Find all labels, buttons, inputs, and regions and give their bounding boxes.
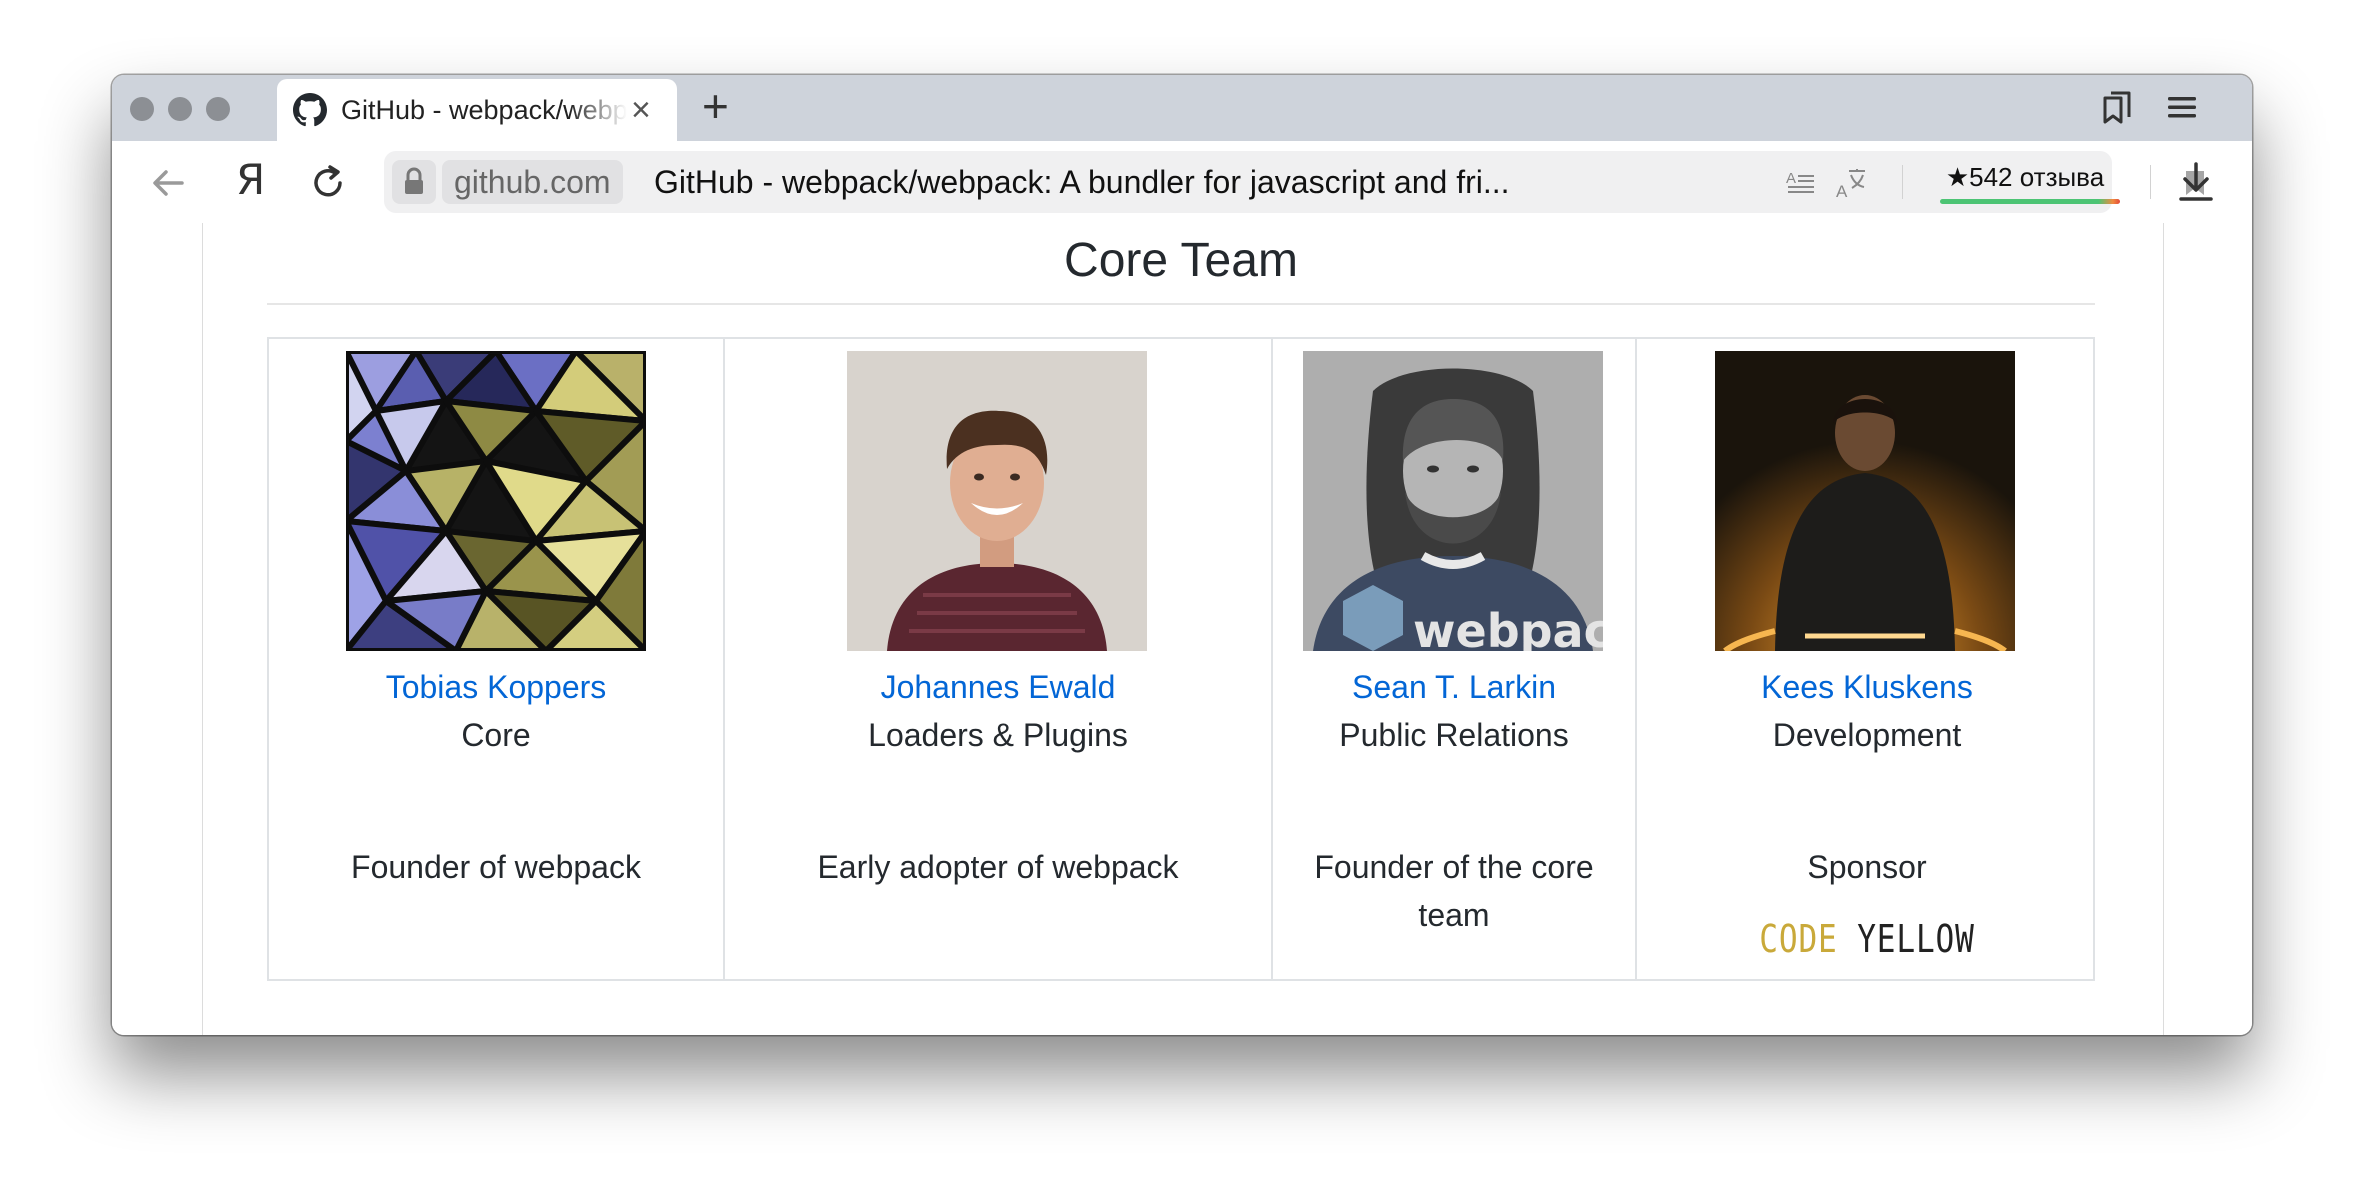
- reviews-rating-bar: [1940, 199, 2120, 204]
- team-member-cell: webpac Sean T. Larkin Public Relations F…: [1271, 339, 1635, 979]
- sponsor-logo-word2: YELLOW: [1857, 917, 1975, 961]
- page-content: Core Team Tobias Koppers Core Founder of…: [112, 223, 2252, 1035]
- github-icon: [293, 93, 327, 127]
- download-icon[interactable]: [2176, 161, 2216, 203]
- member-role: Development: [1772, 717, 1962, 753]
- toolbar: Я github.com GitHub - webpack/webpack: A…: [112, 141, 2252, 224]
- bookmarks-panel-icon[interactable]: [2097, 88, 2137, 128]
- address-separator: [2150, 165, 2151, 199]
- member-description: Early adopter of webpack: [817, 849, 1179, 885]
- site-info-button[interactable]: [392, 160, 436, 204]
- member-role: Loaders & Plugins: [868, 717, 1128, 753]
- yandex-logo-button[interactable]: Я: [236, 155, 265, 204]
- member-name-link[interactable]: Johannes Ewald: [725, 667, 1271, 707]
- team-member-cell: Kees Kluskens Development Sponsor CODE Y…: [1635, 339, 2097, 979]
- reviews-badge[interactable]: ★542 отзыва: [1934, 155, 2116, 199]
- translate-icon[interactable]: A: [1836, 165, 1872, 201]
- sponsor-logo-word1: CODE: [1759, 917, 1838, 961]
- browser-window: GitHub - webpack/webpack: A bundler for …: [112, 75, 2252, 1035]
- tab-title: GitHub - webpack/webpack: A bundler for …: [341, 94, 627, 125]
- team-member-cell: Johannes Ewald Loaders & Plugins Early a…: [723, 339, 1271, 979]
- close-window-button[interactable]: [130, 97, 154, 121]
- member-description: Founder of the core team: [1314, 849, 1594, 933]
- svg-text:A: A: [1786, 170, 1796, 187]
- zoom-window-button[interactable]: [206, 97, 230, 121]
- reload-icon[interactable]: [308, 163, 348, 203]
- address-page-title[interactable]: GitHub - webpack/webpack: A bundler for …: [654, 160, 1510, 204]
- back-arrow-icon[interactable]: [148, 163, 188, 203]
- member-role: Public Relations: [1339, 717, 1569, 753]
- member-role: Core: [461, 717, 531, 753]
- avatar[interactable]: [847, 351, 1147, 651]
- address-bar[interactable]: github.com GitHub - webpack/webpack: A b…: [384, 151, 2204, 213]
- section-divider: [267, 303, 2095, 305]
- reviews-count: 542: [1969, 162, 2013, 192]
- tab-bar: GitHub - webpack/webpack: A bundler for …: [112, 75, 2252, 141]
- address-separator: [1902, 165, 1903, 199]
- member-name-link[interactable]: Sean T. Larkin: [1273, 667, 1635, 707]
- new-tab-button[interactable]: +: [702, 83, 729, 129]
- member-name-link[interactable]: Tobias Koppers: [269, 667, 723, 707]
- menu-icon[interactable]: [2164, 89, 2200, 125]
- reader-mode-icon[interactable]: A: [1786, 169, 1816, 197]
- minimize-window-button[interactable]: [168, 97, 192, 121]
- avatar[interactable]: [1715, 351, 2015, 651]
- section-title: Core Team: [1064, 234, 1298, 287]
- address-domain[interactable]: github.com: [442, 160, 623, 204]
- core-team-table: Tobias Koppers Core Founder of webpack J…: [267, 337, 2095, 981]
- avatar[interactable]: webpac: [1303, 351, 1603, 651]
- member-description: Founder of webpack: [351, 849, 641, 885]
- reviews-label: отзыва: [2019, 162, 2105, 192]
- team-member-cell: Tobias Koppers Core Founder of webpack: [269, 339, 723, 979]
- tab-github-webpack[interactable]: GitHub - webpack/webpack: A bundler for …: [277, 79, 677, 141]
- svg-text:webpac: webpac: [1413, 604, 1603, 651]
- star-icon: ★: [1945, 162, 1970, 192]
- member-description: Sponsor: [1807, 849, 1927, 885]
- code-yellow-logo-link[interactable]: CODE YELLOW: [1678, 917, 2055, 961]
- member-name-link[interactable]: Kees Kluskens: [1637, 667, 2097, 707]
- lock-icon: [405, 167, 423, 194]
- svg-text:A: A: [1836, 182, 1848, 201]
- avatar[interactable]: [346, 351, 646, 651]
- tab-close-icon[interactable]: ×: [631, 93, 651, 127]
